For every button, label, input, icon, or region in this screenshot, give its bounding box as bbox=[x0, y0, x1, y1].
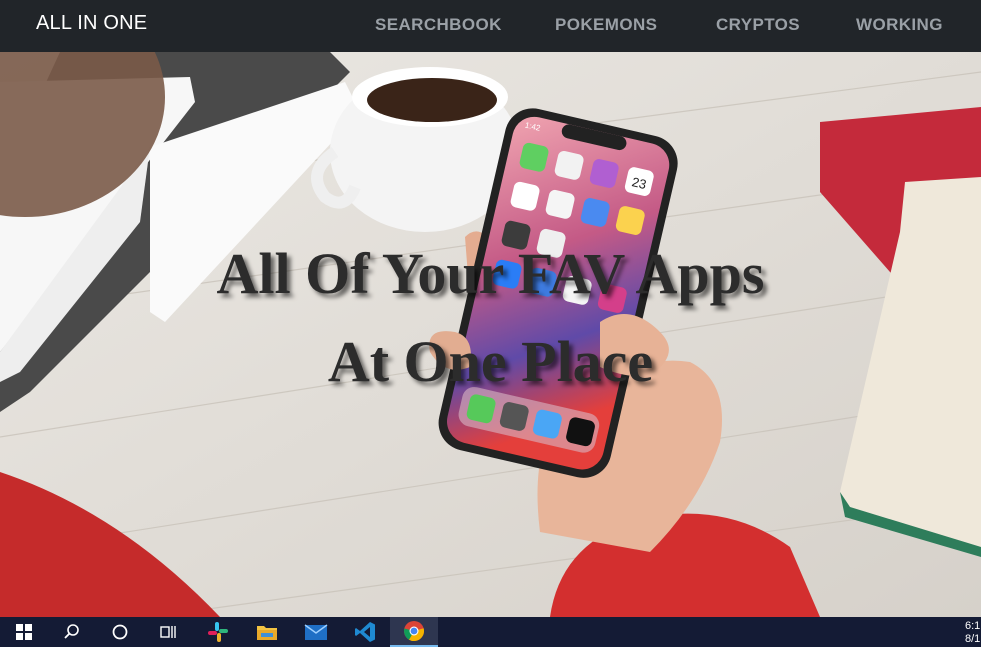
mail-icon bbox=[304, 624, 328, 640]
start-button[interactable] bbox=[0, 617, 48, 647]
nav-link-searchbook[interactable]: SEARCHBOOK bbox=[375, 15, 502, 35]
slack-icon bbox=[208, 622, 228, 642]
cortana-button[interactable] bbox=[96, 617, 144, 647]
taskbar-app-chrome[interactable] bbox=[390, 617, 438, 647]
nav-link-cryptos[interactable]: CRYPTOS bbox=[716, 15, 800, 35]
clock-time: 6:1 bbox=[965, 620, 981, 632]
system-clock[interactable]: 6:1 8/1 bbox=[965, 620, 981, 646]
hero-heading: All Of Your FAV Apps At One Place bbox=[0, 230, 981, 406]
nav-link-pokemons[interactable]: POKEMONS bbox=[555, 15, 657, 35]
clock-date: 8/1 bbox=[965, 633, 981, 645]
taskbar-app-mail[interactable] bbox=[292, 617, 340, 647]
hero-heading-line-1: All Of Your FAV Apps bbox=[216, 241, 765, 306]
taskbar-app-file-explorer[interactable] bbox=[243, 617, 291, 647]
taskbar-app-vscode[interactable] bbox=[341, 617, 389, 647]
file-explorer-icon bbox=[257, 626, 277, 640]
taskbar-app-slack[interactable] bbox=[194, 617, 242, 647]
taskbar-search-button[interactable] bbox=[48, 617, 96, 647]
search-icon bbox=[64, 624, 79, 639]
browser-page: ALL IN ONE SEARCHBOOK POKEMONS CRYPTOS W… bbox=[0, 0, 981, 647]
windows-start-icon bbox=[16, 624, 32, 640]
cortana-icon bbox=[112, 624, 128, 640]
hero-heading-line-2: At One Place bbox=[327, 329, 654, 394]
windows-taskbar: 6:1 8/1 bbox=[0, 617, 981, 647]
nav-link-working[interactable]: WORKING bbox=[856, 15, 943, 35]
chrome-icon bbox=[404, 621, 425, 642]
vscode-icon bbox=[355, 622, 375, 642]
nav-links: SEARCHBOOK POKEMONS CRYPTOS WORKING bbox=[0, 15, 981, 39]
hero-section: 1:42 23 All Of Your FAV Apps At One Plac… bbox=[0, 52, 981, 617]
task-view-button[interactable] bbox=[144, 617, 192, 647]
task-view-icon bbox=[160, 626, 176, 638]
top-navbar: ALL IN ONE SEARCHBOOK POKEMONS CRYPTOS W… bbox=[0, 0, 981, 52]
